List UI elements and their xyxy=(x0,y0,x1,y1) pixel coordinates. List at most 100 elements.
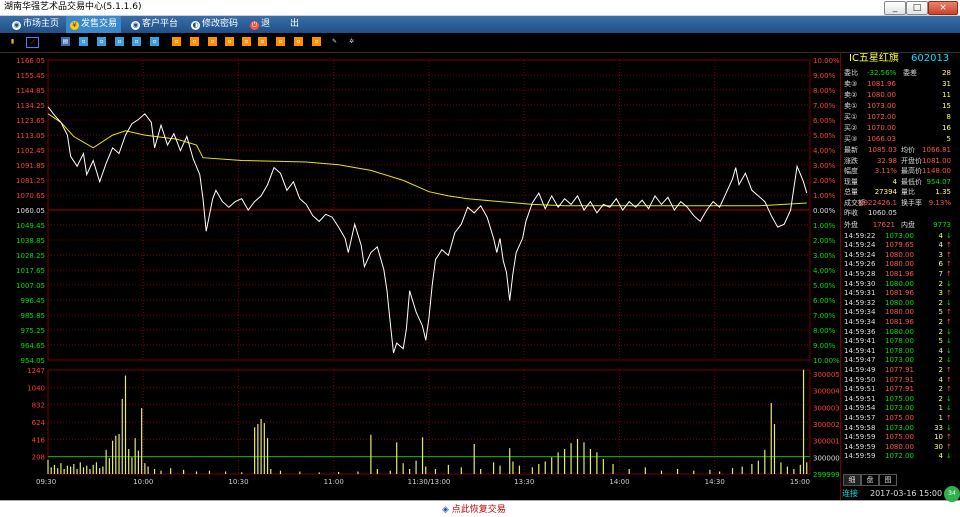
stat-label-2: 均价 xyxy=(901,146,915,154)
tick-time: 14:59:34 xyxy=(844,317,876,326)
tab-1[interactable]: 盘 xyxy=(861,474,879,486)
tool-icon-1[interactable]: ▫ xyxy=(79,37,88,46)
pen-icon[interactable]: ✎ xyxy=(330,37,339,46)
tick-row: 14:59:32 1080.00 2 ↓ xyxy=(843,298,953,308)
globe-icon: ◉ xyxy=(131,21,140,30)
tick-time: 14:59:57 xyxy=(844,413,876,422)
tool-icon-10[interactable]: ▫ xyxy=(242,37,251,46)
tick-time: 14:59:59 xyxy=(844,433,876,442)
bar-chart-icon[interactable]: ▮ xyxy=(8,37,17,46)
tick-direction-icon: ↓ xyxy=(946,404,952,413)
stat-value-2: 954.07 xyxy=(926,177,952,186)
percent-tick-label: 4.00% xyxy=(813,267,836,275)
menu-exit[interactable]: ⏻ 退 xyxy=(246,16,274,33)
tool-icon-4[interactable]: ▫ xyxy=(132,37,141,46)
outer-value: 17621 xyxy=(872,220,895,229)
tick-direction-icon: ↓ xyxy=(946,356,952,365)
tick-row: 14:59:54 1073.00 1 ↓ xyxy=(843,403,953,413)
tool-icon-2[interactable]: ▫ xyxy=(97,37,106,46)
stat-label-2: 最低价 xyxy=(901,177,922,186)
maximize-button[interactable]: □ xyxy=(906,1,928,15)
percent-tick-label: 2.00% xyxy=(813,177,836,185)
menu-trade[interactable]: ¥ 发售交易 xyxy=(66,16,122,33)
volume-tick-label: 208 xyxy=(32,454,45,462)
tick-time: 14:59:47 xyxy=(844,356,876,365)
gear-icon[interactable]: ✲ xyxy=(347,37,356,46)
tool-icon-11[interactable]: ▫ xyxy=(258,37,267,46)
menu-change-password[interactable]: ◐ 修改密码 xyxy=(187,16,242,33)
tick-row: 14:59:24 1080.00 3 ↑ xyxy=(843,250,953,260)
home-icon: ◉ xyxy=(12,21,21,30)
tool-icon-7[interactable]: ▫ xyxy=(190,37,199,46)
tick-direction-icon: ↓ xyxy=(946,394,952,403)
order-ratio-value: -32.56% xyxy=(867,69,897,77)
tick-time: 14:59:30 xyxy=(844,279,876,288)
price-line xyxy=(47,106,808,354)
tool-icon-6[interactable]: ▫ xyxy=(172,37,181,46)
percent-tick-label: 3.00% xyxy=(813,162,836,170)
tick-row: 14:59:34 1080.00 5 ↑ xyxy=(843,307,953,317)
stat-label: 最新 xyxy=(844,146,858,154)
tick-direction-icon: ↓ xyxy=(946,327,952,336)
tick-time: 14:59:28 xyxy=(844,269,876,278)
stat-row: 总量 27394 量比 1.35 xyxy=(843,187,953,197)
notification-badge[interactable]: 34 xyxy=(944,486,960,502)
line-chart-icon[interactable]: ⟋ xyxy=(26,37,39,48)
time-tick-label: 10:30 xyxy=(228,478,248,486)
tool-icon-12[interactable]: ▫ xyxy=(276,37,285,46)
tool-icon-14[interactable]: ▫ xyxy=(312,37,321,46)
tick-volume: 30 xyxy=(934,442,943,451)
tick-time: 14:59:41 xyxy=(844,337,876,346)
resume-trading-link[interactable]: ◈ 点此恢复交易 xyxy=(442,502,506,515)
tool-icon-9[interactable]: ▫ xyxy=(225,37,234,46)
order-diff-value: 28 xyxy=(942,69,951,77)
tick-volume: 2 xyxy=(938,385,943,394)
tool-icon-5[interactable]: ▫ xyxy=(150,37,159,46)
percent-tick-label: 7.00% xyxy=(813,312,836,320)
menu-exit-2[interactable]: 出 xyxy=(286,16,303,33)
tick-volume: 4 xyxy=(938,346,943,355)
tick-direction-icon: ↓ xyxy=(946,231,952,240)
calendar-icon[interactable]: ▤ xyxy=(61,37,70,46)
inner-label: 内盘 xyxy=(901,220,915,229)
tab-2[interactable]: 图 xyxy=(879,474,897,486)
ask-price: 1073.00 xyxy=(867,102,896,110)
tick-volume: 3 xyxy=(938,250,943,259)
tick-time: 14:59:59 xyxy=(844,452,876,461)
tick-time: 14:59:24 xyxy=(844,241,876,250)
percent-tick-label: 3.00% xyxy=(813,252,836,260)
tick-volume: 1 xyxy=(938,404,943,413)
percent-tick-label: 2.00% xyxy=(813,237,836,245)
close-button[interactable]: × xyxy=(928,1,958,15)
percent-tick-label: 10.00% xyxy=(813,57,840,65)
menu-market-home[interactable]: ◉ 市场主页 xyxy=(8,16,63,33)
volume-tick-label: 1247 xyxy=(27,367,45,375)
volume-right-tick-label: 300001 xyxy=(813,438,840,446)
outer-inner-row: 外盘 17621 内盘 9773 xyxy=(843,220,953,230)
tool-icon-3[interactable]: ▫ xyxy=(115,37,124,46)
price-tick-label: 985.85 xyxy=(21,312,46,320)
time-tick-label: 13:30 xyxy=(514,478,534,486)
price-tick-label: 975.25 xyxy=(21,327,46,335)
status-datetime: 2017-03-16 15:00 xyxy=(870,489,943,498)
tab-0[interactable]: 细 xyxy=(843,474,861,486)
minimize-button[interactable]: _ xyxy=(884,1,906,15)
stat-value-2: 1.35 xyxy=(935,188,951,196)
stat-row: 昨收 1060.05 xyxy=(843,208,953,218)
menu-client-platform[interactable]: ◉ 客户平台 xyxy=(127,16,182,33)
tick-volume: 3 xyxy=(938,289,943,298)
ask-volume: 31 xyxy=(942,80,951,88)
tool-icon-13[interactable]: ▫ xyxy=(294,37,303,46)
tool-icon-8[interactable]: ▫ xyxy=(208,37,217,46)
ask-volume: 15 xyxy=(942,102,951,110)
ask-label: 卖③ xyxy=(844,80,858,88)
tick-time: 14:59:58 xyxy=(844,423,876,432)
bid-price: 1066.03 xyxy=(867,135,896,143)
tick-direction-icon: ↑ xyxy=(946,442,952,451)
price-tick-label: 1123.65 xyxy=(16,117,45,125)
inner-value: 9773 xyxy=(933,220,951,229)
stat-value-2: 1066.81 xyxy=(922,146,951,154)
resume-icon: ◈ xyxy=(442,505,452,515)
ask-price: 1081.96 xyxy=(867,80,896,88)
tick-time: 14:59:41 xyxy=(844,346,876,355)
